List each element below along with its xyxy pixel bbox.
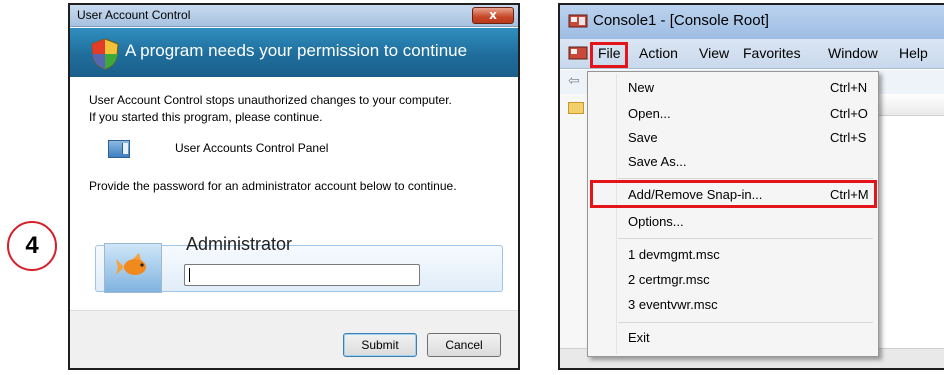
program-name: User Accounts Control Panel	[175, 141, 329, 155]
uac-banner: A program needs your permission to conti…	[70, 28, 518, 77]
file-dropdown-menu: New Ctrl+N Open... Ctrl+O Save Ctrl+S Sa…	[587, 71, 879, 357]
menu-item-save-as[interactable]: Save As...	[628, 154, 687, 169]
uac-window-title: User Account Control	[77, 8, 191, 22]
control-panel-icon	[108, 140, 130, 158]
menu-item-recent-1[interactable]: 1 devmgmt.msc	[628, 247, 720, 262]
menu-item-exit[interactable]: Exit	[628, 330, 650, 345]
menu-item-save[interactable]: Save	[628, 130, 658, 145]
text-caret	[189, 268, 190, 282]
shortcut-open: Ctrl+O	[830, 106, 868, 121]
uac-footer: Submit Cancel	[70, 310, 518, 368]
close-icon: x	[489, 8, 497, 22]
menu-action[interactable]: Action	[639, 45, 678, 61]
snap-in-highlight	[590, 180, 877, 208]
goldfish-icon	[116, 253, 146, 275]
shortcut-new: Ctrl+N	[830, 80, 868, 95]
close-button[interactable]: x	[472, 7, 514, 24]
console-tree-pane	[560, 94, 590, 368]
username-label: Administrator	[186, 234, 293, 254]
menu-window[interactable]: Window	[828, 45, 878, 61]
uac-message-line-1: User Account Control stops unauthorized …	[89, 93, 452, 107]
menu-item-recent-3[interactable]: 3 eventvwr.msc	[628, 297, 718, 312]
password-prompt: Provide the password for an administrato…	[89, 179, 457, 193]
submit-button[interactable]: Submit	[343, 333, 417, 357]
file-menu-highlight	[590, 42, 628, 68]
uac-banner-text: A program needs your permission to conti…	[125, 41, 468, 60]
mmc-menu-icon[interactable]	[568, 46, 588, 62]
step-badge-4: 4	[7, 221, 57, 271]
shortcut-save: Ctrl+S	[830, 130, 867, 145]
uac-message-line-2: If you started this program, please cont…	[89, 110, 323, 124]
cancel-button[interactable]: Cancel	[427, 333, 501, 357]
menu-item-open[interactable]: Open...	[628, 106, 671, 121]
menu-gutter	[616, 74, 617, 354]
mmc-titlebar: Console1 - [Console Root]	[560, 5, 944, 39]
menu-favorites[interactable]: Favorites	[743, 45, 801, 61]
menu-item-recent-2[interactable]: 2 certmgr.msc	[628, 272, 710, 287]
menu-bar: File Action View Favorites Window Help	[560, 39, 944, 69]
menu-separator	[618, 238, 873, 239]
uac-dialog: User Account Control x A program needs y…	[68, 3, 520, 370]
goldfish-avatar	[104, 243, 162, 293]
password-input[interactable]	[184, 264, 420, 286]
step-number: 4	[25, 232, 39, 259]
mmc-window-title: Console1 - [Console Root]	[593, 12, 769, 29]
menu-help[interactable]: Help	[899, 45, 928, 61]
menu-item-options[interactable]: Options...	[628, 214, 684, 229]
menu-item-new[interactable]: New	[628, 80, 654, 95]
folder-icon[interactable]	[568, 102, 584, 114]
back-arrow-icon[interactable]: ⇦	[568, 73, 580, 89]
menu-separator	[618, 322, 873, 323]
menu-separator	[618, 178, 873, 179]
mmc-app-icon	[568, 14, 588, 28]
uac-titlebar: User Account Control x	[70, 5, 518, 27]
menu-view[interactable]: View	[699, 45, 729, 61]
shield-icon	[91, 38, 119, 70]
credential-tile[interactable]: Administrator	[95, 234, 503, 293]
